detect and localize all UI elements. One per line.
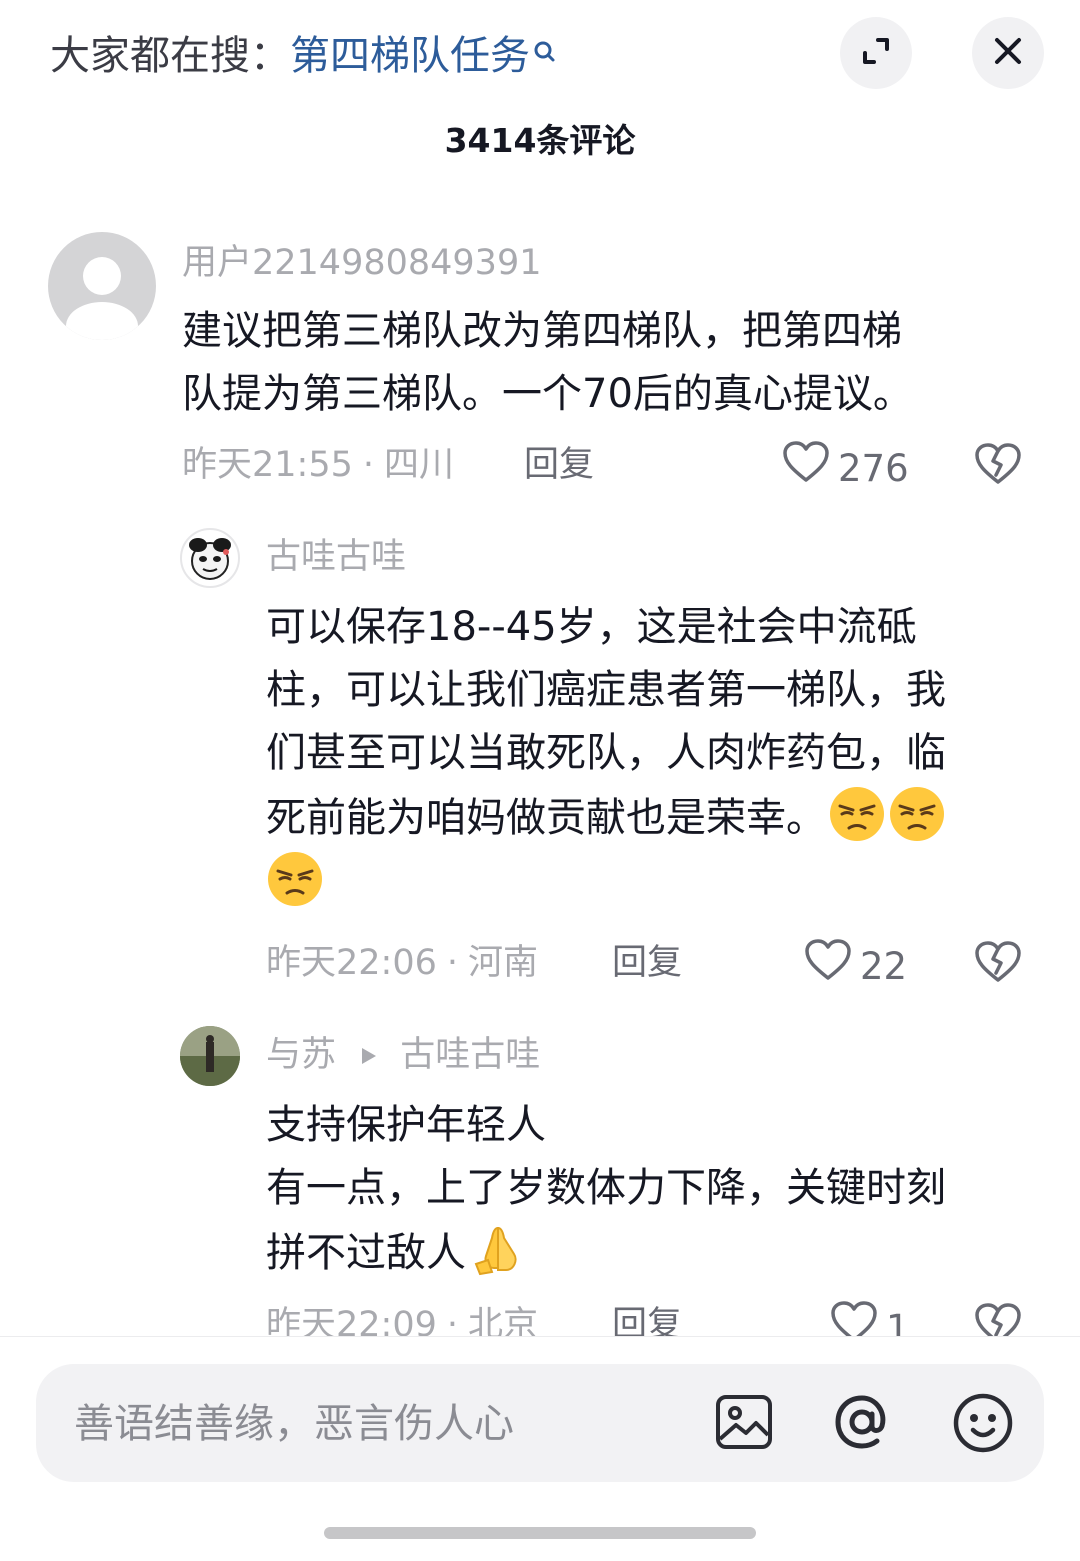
comment-username[interactable]: 用户2214980849391 <box>182 238 542 288</box>
comment-text-line: 死前能为咱妈做贡献也是荣幸。 <box>266 795 826 841</box>
broken-heart-icon <box>974 443 1022 490</box>
emoji-icon[interactable] <box>952 1392 1014 1458</box>
search-suggestion-prefix: 大家都在搜： <box>50 33 290 79</box>
comment-location: 河南 <box>468 943 539 983</box>
broken-heart-icon <box>974 941 1022 988</box>
comment-text-line: 队提为第三梯队。一个70后的真心提议。 <box>182 371 913 417</box>
heart-icon <box>782 440 838 497</box>
comment-text-line: 们甚至可以当敢死队，人肉炸药包，临 <box>266 730 946 776</box>
comment-count-title: 3414条评论 <box>444 121 636 160</box>
like-button[interactable]: 276 <box>782 440 909 497</box>
comment-text-line: 可以保存18--45岁，这是社会中流砥 <box>266 604 917 650</box>
avatar[interactable] <box>180 1026 240 1086</box>
pray-hands-emoji <box>468 1220 526 1278</box>
comment-username[interactable]: 古哇古哇 <box>266 532 406 582</box>
avatar[interactable] <box>180 528 240 588</box>
comment-text: 支持保护年轻人 有一点，上了岁数体力下降，关键时刻 拼不过敌人 <box>266 1094 946 1285</box>
close-icon <box>992 35 1024 71</box>
smirk-face-emoji <box>828 785 886 843</box>
like-button[interactable]: 22 <box>804 938 907 995</box>
comment-text-line: 柱，可以让我们癌症患者第一梯队，我 <box>266 667 946 713</box>
home-indicator[interactable] <box>324 1527 756 1539</box>
comment-text-line: 支持保护年轻人 <box>266 1102 546 1148</box>
comment-meta: 昨天21:55 · 四川 <box>182 445 455 485</box>
comment-text-line: 拼不过敌人 <box>266 1230 466 1276</box>
reply-button[interactable]: 回复 <box>612 938 682 988</box>
heart-icon <box>804 938 860 995</box>
comment-location: 四川 <box>384 445 455 485</box>
search-icon <box>532 28 558 62</box>
comment-text-line: 建议把第三梯队改为第四梯队，把第四梯 <box>182 308 902 354</box>
smirk-face-emoji <box>266 850 324 908</box>
comment-time: 昨天21:55 <box>182 445 353 485</box>
expand-button[interactable] <box>840 17 912 89</box>
comment-meta: 昨天22:06 · 河南 <box>266 943 539 983</box>
image-icon[interactable] <box>714 1393 774 1455</box>
dislike-button[interactable] <box>974 940 1022 988</box>
search-suggestion[interactable]: 大家都在搜：第四梯队任务 <box>50 28 558 84</box>
reply-to-username[interactable]: 古哇古哇 <box>400 1035 540 1075</box>
comment-text: 建议把第三梯队改为第四梯队，把第四梯 队提为第三梯队。一个70后的真心提议。 <box>182 300 913 426</box>
like-count: 276 <box>838 446 909 490</box>
mention-icon[interactable] <box>830 1390 894 1458</box>
reply-arrow-icon <box>357 1031 379 1081</box>
dislike-button[interactable] <box>974 442 1022 490</box>
like-count: 22 <box>860 944 908 988</box>
avatar[interactable] <box>48 232 156 340</box>
comment-username-row: 与苏 古哇古哇 <box>266 1030 540 1081</box>
divider <box>0 1336 1080 1337</box>
comment-time: 昨天22:06 <box>266 943 437 983</box>
comment-text: 可以保存18--45岁，这是社会中流砥 柱，可以让我们癌症患者第一梯队，我 们甚… <box>266 596 946 915</box>
reply-button[interactable]: 回复 <box>524 440 594 490</box>
smirk-face-emoji <box>888 785 946 843</box>
close-button[interactable] <box>972 17 1044 89</box>
search-suggestion-keyword[interactable]: 第四梯队任务 <box>290 33 530 79</box>
comment-text-line: 有一点，上了岁数体力下降，关键时刻 <box>266 1165 946 1211</box>
comment-input-placeholder[interactable]: 善语结善缘，恶言伤人心 <box>74 1396 514 1452</box>
expand-icon <box>858 33 894 73</box>
comment-username[interactable]: 与苏 <box>266 1035 336 1075</box>
